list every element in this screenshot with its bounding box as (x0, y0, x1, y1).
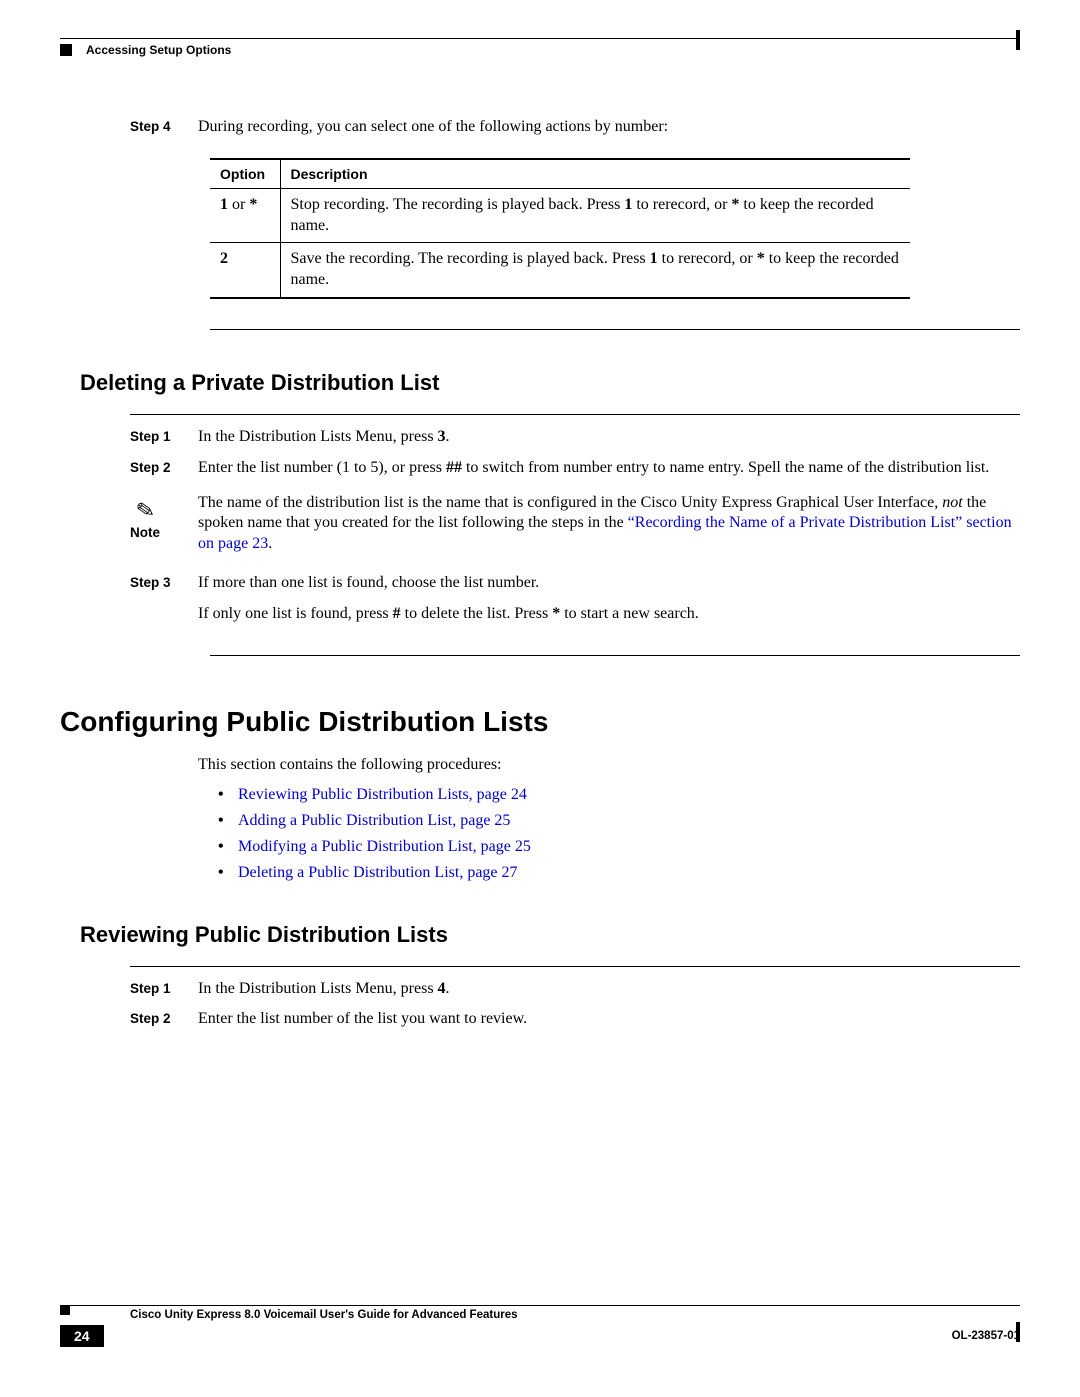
step-body: In the Distribution Lists Menu, press 3. (198, 427, 1020, 448)
page-header: Accessing Setup Options (60, 38, 1020, 57)
link-reviewing[interactable]: Reviewing Public Distribution Lists, pag… (238, 786, 527, 803)
intro-text: This section contains the following proc… (198, 756, 1020, 774)
step-label: Step 3 (130, 573, 198, 594)
heading-deleting: Deleting a Private Distribution List (80, 370, 1020, 396)
divider (130, 414, 1020, 415)
step-label: Step 2 (130, 458, 198, 479)
note-label: ✎ Note (130, 493, 198, 555)
doc-id: OL-23857-01 (952, 1330, 1020, 1342)
step-row: Step 2 Enter the list number (1 to 5), o… (130, 458, 1020, 479)
step-body-extra: If only one list is found, press # to de… (198, 604, 1020, 625)
step-row: Step 1 In the Distribution Lists Menu, p… (130, 427, 1020, 448)
page-number: 24 (60, 1325, 104, 1347)
link-deleting[interactable]: Deleting a Public Distribution List, pag… (238, 864, 518, 881)
step-row: Step 2 Enter the list number of the list… (130, 1009, 1020, 1030)
link-modifying[interactable]: Modifying a Public Distribution List, pa… (238, 838, 531, 855)
col-option: Option (210, 159, 280, 189)
footer-square-icon (60, 1305, 70, 1315)
step-body: Enter the list number (1 to 5), or press… (198, 458, 1020, 479)
table-row: 2 Save the recording. The recording is p… (210, 243, 910, 298)
divider (130, 966, 1020, 967)
page-footer: Cisco Unity Express 8.0 Voicemail User's… (60, 1305, 1020, 1347)
col-description: Description (280, 159, 910, 189)
step-row: Step 1 In the Distribution Lists Menu, p… (130, 979, 1020, 1000)
note-row: ✎ Note The name of the distribution list… (130, 493, 1020, 555)
step-body: During recording, you can select one of … (198, 117, 1020, 138)
step-label: Step 1 (130, 427, 198, 448)
section-header: Accessing Setup Options (86, 43, 231, 57)
desc-cell: Stop recording. The recording is played … (280, 188, 910, 243)
option-cell: 2 (210, 243, 280, 298)
list-item: Adding a Public Distribution List, page … (218, 812, 1020, 830)
link-adding[interactable]: Adding a Public Distribution List, page … (238, 812, 510, 829)
heading-reviewing: Reviewing Public Distribution Lists (80, 922, 1020, 948)
option-cell: 1 or * (210, 188, 280, 243)
step-body: If more than one list is found, choose t… (198, 573, 1020, 594)
list-item: Reviewing Public Distribution Lists, pag… (218, 786, 1020, 804)
step-body: Enter the list number of the list you wa… (198, 1009, 1020, 1030)
step-label: Step 2 (130, 1009, 198, 1030)
heading-configuring: Configuring Public Distribution Lists (60, 706, 1020, 738)
bullet-list: Reviewing Public Distribution Lists, pag… (218, 786, 1020, 882)
list-item: Deleting a Public Distribution List, pag… (218, 864, 1020, 882)
divider (210, 329, 1020, 330)
options-table: Option Description 1 or * Stop recording… (210, 158, 1020, 299)
step-label: Step 1 (130, 979, 198, 1000)
header-square-icon (60, 44, 72, 56)
crop-mark (1016, 30, 1020, 50)
pencil-icon: ✎ (134, 487, 200, 526)
step-body: In the Distribution Lists Menu, press 4. (198, 979, 1020, 1000)
table-row: 1 or * Stop recording. The recording is … (210, 188, 910, 243)
note-body: The name of the distribution list is the… (198, 493, 1020, 555)
list-item: Modifying a Public Distribution List, pa… (218, 838, 1020, 856)
step-row: Step 3 If more than one list is found, c… (130, 573, 1020, 594)
step-row: Step 4 During recording, you can select … (130, 117, 1020, 138)
step-label: Step 4 (130, 117, 198, 138)
footer-doc-title: Cisco Unity Express 8.0 Voicemail User's… (130, 1306, 518, 1321)
desc-cell: Save the recording. The recording is pla… (280, 243, 910, 298)
divider (210, 655, 1020, 656)
